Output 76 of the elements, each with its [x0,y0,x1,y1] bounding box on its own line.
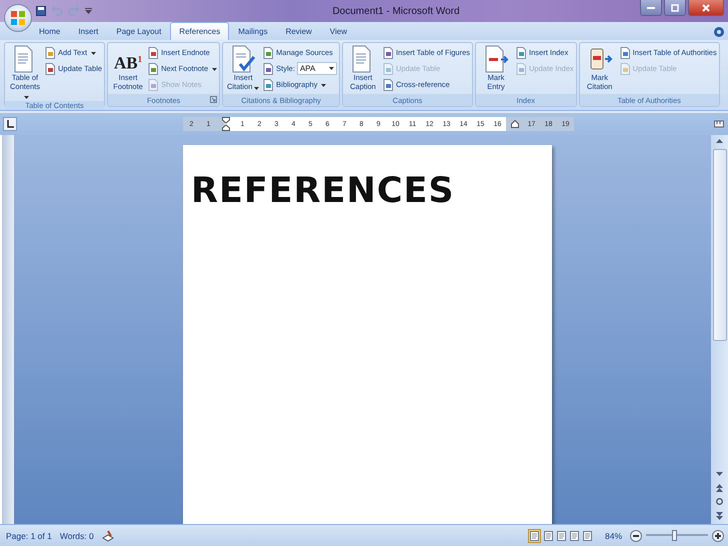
document-icon [618,62,631,74]
ribbon-tab[interactable]: Review [276,22,321,40]
circle-icon [716,498,723,505]
double-up-arrow-icon [716,484,723,492]
document-icon [44,46,56,58]
undo-icon [51,6,63,16]
ribbon-tab[interactable]: Page Layout [107,22,170,40]
previous-page-button[interactable] [713,482,726,493]
next-page-button[interactable] [713,510,726,521]
word-count[interactable]: Words: 0 [60,530,94,540]
save-button[interactable] [36,6,46,16]
document-icon [382,78,394,90]
caret-icon [328,67,334,70]
help-icon [714,27,724,37]
page-count[interactable]: Page: 1 of 1 [6,530,52,540]
caret-icon [91,52,96,55]
close-button[interactable] [688,0,724,16]
minimize-icon [647,6,655,8]
ribbon-tab[interactable]: Mailings [229,22,277,40]
footnote-glyph-icon: AB$^{1}$ [114,45,142,73]
save-icon [36,6,46,16]
redo-icon [68,6,80,16]
dialog-launcher-button[interactable] [210,96,218,103]
document-icon [147,46,160,58]
plus-icon [715,532,721,538]
up-arrow-icon [716,138,723,142]
document-icon [618,46,631,58]
close-icon [702,4,710,12]
office-logo-icon [10,10,26,26]
maximize-button[interactable] [664,0,686,16]
indent-marker-icon [222,117,230,131]
document-icon [515,46,528,58]
caret-icon [212,68,218,71]
ribbon-tab[interactable]: View [320,22,356,40]
ribbon-tab[interactable]: Home [30,22,70,40]
ribbon-tab[interactable]: References [170,22,230,40]
tab-selector-button[interactable] [3,117,17,131]
document-check-icon [230,45,256,73]
indent-marker-icon [510,120,518,128]
maximize-icon [671,4,679,12]
tab-stop-icon [6,120,14,128]
document-icon [262,78,274,90]
zoom-level[interactable]: 84% [604,530,622,540]
document-icon [382,46,394,58]
launcher-icon [210,96,218,103]
caret-icon [254,86,260,90]
document-icon [382,62,394,74]
minimize-button[interactable] [640,0,662,16]
document-icon [262,46,274,58]
scroll-thumb[interactable] [712,149,726,341]
caret-icon [85,8,92,14]
document-icon [147,62,160,74]
proofing-button[interactable] [102,530,114,542]
slider-thumb[interactable] [672,530,677,541]
document-icon [147,78,160,90]
zoom-out-button[interactable] [630,530,642,542]
help-button[interactable] [714,27,724,37]
document-icon [262,62,274,74]
caret-icon [321,84,326,87]
ribbon-tab[interactable]: Insert [69,22,108,40]
zoom-in-button[interactable] [712,530,724,542]
ruler-toggle-button[interactable] [714,119,724,129]
view-button[interactable] [528,528,541,542]
style-dropdown[interactable]: APA [296,62,337,75]
window-title: Document1 - Microsoft Word [331,6,461,16]
minus-icon [633,534,639,536]
document-heading: REFERENCES [191,171,455,211]
double-down-arrow-icon [716,512,723,520]
down-arrow-icon [716,472,723,476]
ruler-icon [714,119,724,129]
customize-button[interactable] [85,8,92,14]
document-icon [44,62,56,74]
document-arrow-icon [483,45,510,73]
document-icon [515,62,528,74]
book-pen-icon [102,530,114,542]
browse-object-button[interactable] [713,496,726,507]
